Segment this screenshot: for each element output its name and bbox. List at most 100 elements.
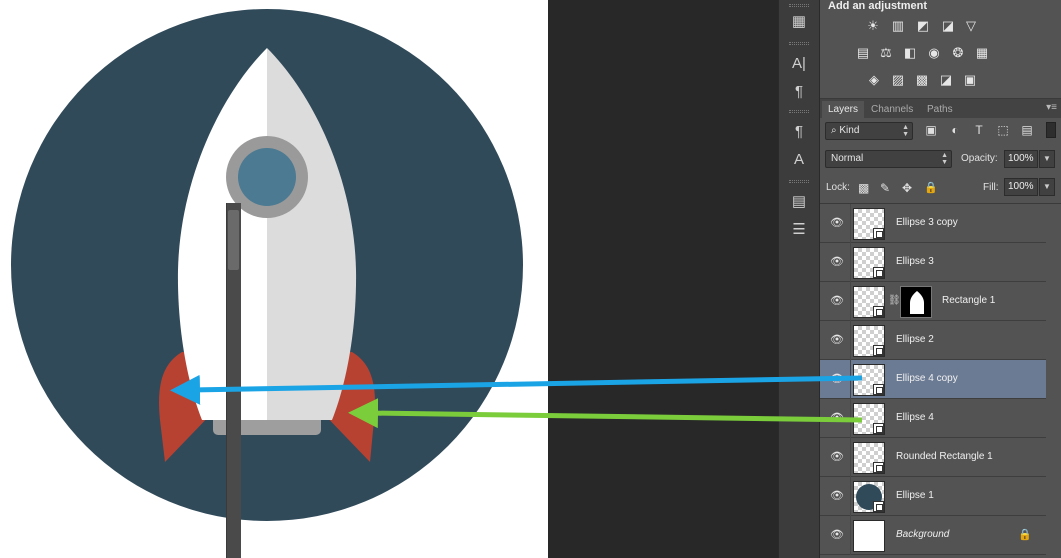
- lock-image-pixels-icon[interactable]: ✎: [880, 181, 890, 195]
- character-styles-icon[interactable]: A: [787, 148, 811, 170]
- eye-icon[interactable]: 👁: [830, 450, 844, 464]
- panel-grip[interactable]: [789, 4, 809, 7]
- shape-badge-icon: [873, 267, 884, 278]
- lock-icon[interactable]: 🔒: [1018, 528, 1032, 541]
- layer-thumbnail: [853, 364, 885, 396]
- invert-icon[interactable]: ◈: [866, 72, 882, 88]
- curves-icon[interactable]: ◩: [915, 18, 931, 34]
- panel-grip[interactable]: [789, 42, 809, 45]
- layer-row-selected[interactable]: 👁 Ellipse 4 copy: [820, 360, 1046, 399]
- document-canvas[interactable]: [0, 0, 548, 558]
- layer-thumbnail: [853, 403, 885, 435]
- type-layer-filter-icon[interactable]: T: [970, 122, 988, 138]
- visibility-column-divider: [850, 282, 851, 321]
- channel-mixer-icon[interactable]: ❂: [950, 45, 966, 61]
- blend-mode-select[interactable]: Normal ▲ ▼: [825, 150, 952, 168]
- selective-color-icon[interactable]: ◪: [938, 72, 954, 88]
- properties-icon[interactable]: ☰: [787, 218, 811, 240]
- shape-badge-icon: [873, 501, 884, 512]
- adjustment-layer-filter-icon[interactable]: ◐: [946, 122, 964, 138]
- paragraph-icon[interactable]: ¶: [787, 80, 811, 102]
- opacity-slider-button[interactable]: ▼: [1039, 150, 1055, 168]
- paragraph-styles-icon[interactable]: ¶: [787, 120, 811, 142]
- visibility-column-divider: [850, 360, 851, 399]
- layer-filter-kind-select[interactable]: ⌕ Kind ▲ ▼: [825, 122, 913, 140]
- filter-toggle-switch[interactable]: [1046, 122, 1056, 138]
- panel-menu-icon[interactable]: ▾≡: [1046, 102, 1057, 113]
- visibility-column-divider: [850, 438, 851, 477]
- vibrance-icon[interactable]: ▽: [963, 18, 979, 34]
- smart-object-filter-icon[interactable]: ▤: [1018, 122, 1036, 138]
- opacity-input[interactable]: 100%: [1004, 150, 1038, 168]
- posterize-icon[interactable]: ▨: [890, 72, 906, 88]
- photo-filter-icon[interactable]: ◉: [926, 45, 942, 61]
- layer-thumbnail: [853, 481, 885, 513]
- layer-row[interactable]: 👁 ⛓ Rectangle 1: [820, 282, 1046, 321]
- layer-name[interactable]: Ellipse 2: [896, 334, 934, 345]
- tab-channels[interactable]: Channels: [865, 101, 919, 119]
- eye-icon[interactable]: 👁: [830, 294, 844, 308]
- hue-saturation-icon[interactable]: ▤: [855, 45, 871, 61]
- layer-row[interactable]: 👁 Ellipse 1: [820, 477, 1046, 516]
- lock-transparent-pixels-icon[interactable]: ▩: [858, 181, 869, 195]
- layer-row[interactable]: 👁 Ellipse 2: [820, 321, 1046, 360]
- visibility-column-divider: [850, 399, 851, 438]
- shape-badge-icon: [873, 306, 884, 317]
- layer-name[interactable]: Ellipse 3: [896, 256, 934, 267]
- layer-name[interactable]: Ellipse 4: [896, 412, 934, 423]
- eye-icon[interactable]: 👁: [830, 411, 844, 425]
- layers-scrollbar-thumb[interactable]: [228, 210, 239, 270]
- eye-icon[interactable]: 👁: [830, 528, 844, 542]
- layers-panel-tabs: Layers Channels Paths ▾≡: [820, 98, 1061, 119]
- layer-row[interactable]: 👁 Rounded Rectangle 1: [820, 438, 1046, 477]
- layer-name[interactable]: Ellipse 1: [896, 490, 934, 501]
- color-balance-icon[interactable]: ⚖: [878, 45, 894, 61]
- fill-slider-button[interactable]: ▼: [1039, 178, 1055, 196]
- brightness-contrast-icon[interactable]: ☀: [865, 18, 881, 34]
- panel-grip[interactable]: [789, 110, 809, 113]
- layer-comps-icon[interactable]: ▦: [787, 10, 811, 32]
- panel-grip[interactable]: [789, 180, 809, 183]
- fill-input[interactable]: 100%: [1004, 178, 1038, 196]
- stepper-arrows-icon: ▲ ▼: [902, 124, 909, 138]
- layers-list: 👁 Ellipse 3 copy 👁 Ellipse 3 👁 ⛓ Rectang…: [820, 203, 1061, 558]
- layer-thumbnail: [853, 325, 885, 357]
- vector-mask-thumbnail[interactable]: [900, 286, 932, 318]
- lock-label: Lock:: [826, 182, 850, 193]
- layer-name[interactable]: Ellipse 4 copy: [896, 373, 958, 384]
- eye-icon[interactable]: 👁: [830, 489, 844, 503]
- levels-icon[interactable]: ▥: [890, 18, 906, 34]
- character-icon[interactable]: A|: [787, 52, 811, 74]
- eye-icon[interactable]: 👁: [830, 216, 844, 230]
- black-white-icon[interactable]: ◧: [902, 45, 918, 61]
- lock-position-icon[interactable]: ✥: [902, 181, 912, 195]
- pixel-layer-filter-icon[interactable]: ▣: [922, 122, 940, 138]
- layer-row[interactable]: 👁 Ellipse 3 copy: [820, 204, 1046, 243]
- lock-all-icon[interactable]: 🔒: [924, 181, 938, 194]
- tab-paths[interactable]: Paths: [921, 101, 959, 119]
- layer-name[interactable]: Ellipse 3 copy: [896, 217, 958, 228]
- layer-name[interactable]: Rounded Rectangle 1: [896, 451, 993, 462]
- layer-thumbnail: [853, 520, 885, 552]
- eye-icon[interactable]: 👁: [830, 255, 844, 269]
- gradient-map-icon[interactable]: ▣: [962, 72, 978, 88]
- eye-icon[interactable]: 👁: [830, 372, 844, 386]
- layer-row[interactable]: 👁 Ellipse 3: [820, 243, 1046, 282]
- layer-name[interactable]: Background: [896, 529, 949, 540]
- color-lookup-icon[interactable]: ▦: [974, 45, 990, 61]
- visibility-column-divider: [850, 477, 851, 516]
- visibility-column-divider: [850, 321, 851, 360]
- tab-layers[interactable]: Layers: [822, 101, 865, 119]
- shape-badge-icon: [873, 384, 884, 395]
- layer-row[interactable]: 👁 Ellipse 4: [820, 399, 1046, 438]
- threshold-icon[interactable]: ▩: [914, 72, 930, 88]
- layer-row[interactable]: 👁 Background 🔒: [820, 516, 1046, 555]
- layer-thumbnail: [853, 247, 885, 279]
- opacity-label: Opacity:: [961, 153, 998, 164]
- shape-layer-filter-icon[interactable]: ⬚: [994, 122, 1012, 138]
- eye-icon[interactable]: 👁: [830, 333, 844, 347]
- exposure-icon[interactable]: ◪: [940, 18, 956, 34]
- chain-link-icon[interactable]: ⛓: [888, 295, 901, 306]
- notes-icon[interactable]: ▤: [787, 190, 811, 212]
- layer-name[interactable]: Rectangle 1: [942, 295, 995, 306]
